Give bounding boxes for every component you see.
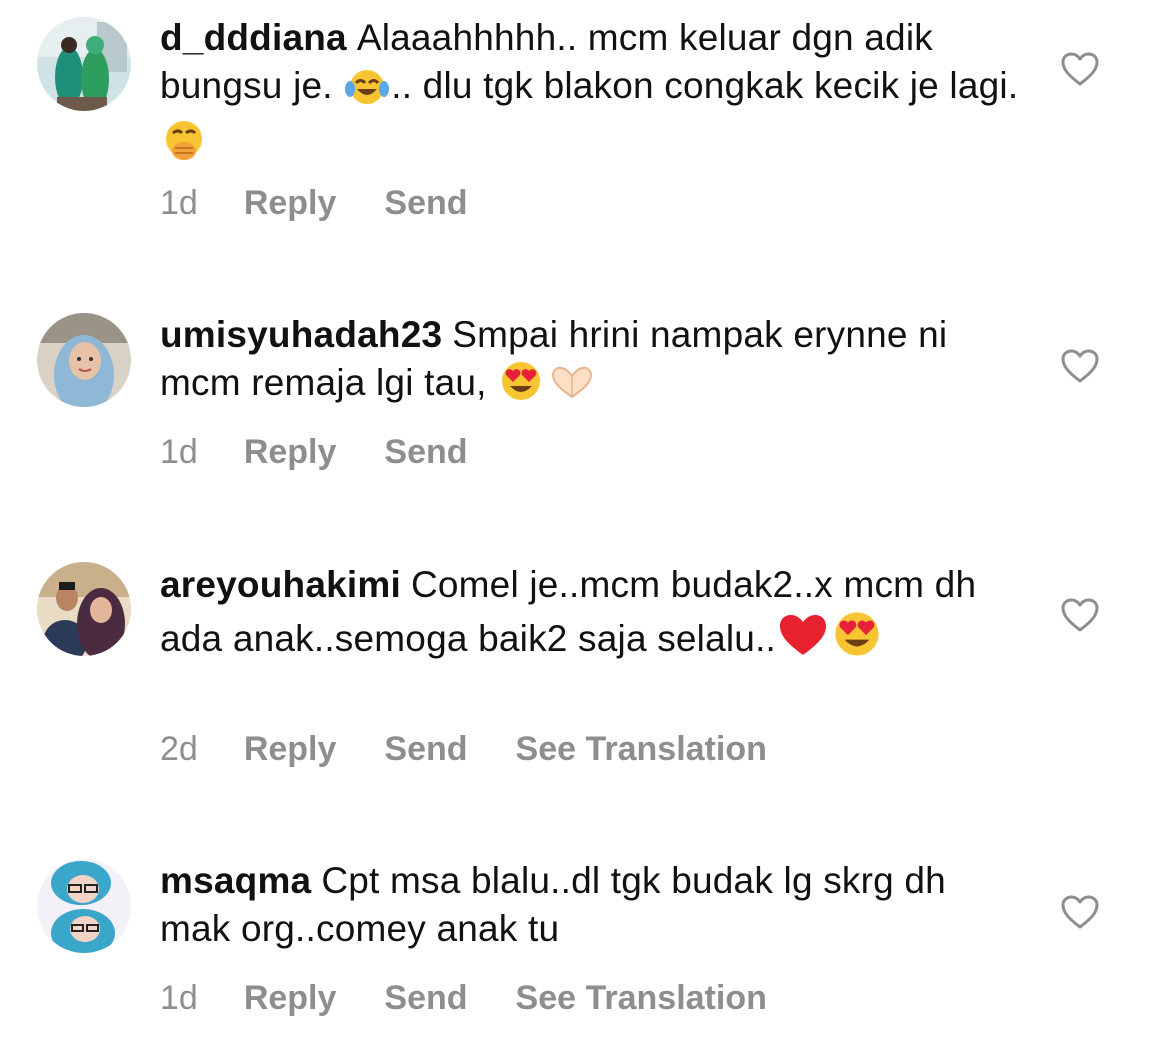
heart-outline-icon[interactable]: [1060, 596, 1100, 636]
see-translation-button[interactable]: See Translation: [516, 979, 767, 1017]
red-heart-icon: [778, 613, 828, 671]
face-with-tears-of-joy-icon: [345, 66, 390, 118]
send-button[interactable]: Send: [384, 184, 467, 222]
comment-text: umisyuhadah23 Smpai hrini nampak erynne n…: [160, 311, 1020, 415]
send-button[interactable]: Send: [384, 433, 467, 471]
comment-text: d_dddiana Alaaahhhhh.. mcm keluar dgn adi…: [160, 14, 1020, 174]
send-button[interactable]: Send: [384, 730, 467, 768]
reply-button[interactable]: Reply: [244, 184, 337, 222]
comment-text: areyouhakimi Comel je..mcm budak2..x mcm …: [160, 561, 1020, 671]
comment-actions: 2d Reply Send See Translation: [160, 730, 815, 769]
reply-button[interactable]: Reply: [244, 979, 337, 1017]
smiling-face-with-heart-eyes-icon: [499, 359, 543, 415]
comment-timestamp: 1d: [160, 184, 198, 222]
heart-hands-icon: [547, 363, 597, 415]
comment-username[interactable]: areyouhakimi: [160, 564, 401, 605]
reply-button[interactable]: Reply: [244, 730, 337, 768]
comment-timestamp: 2d: [160, 730, 198, 768]
comment-text: msaqma Cpt msa blalu..dl tgk budak lg skr…: [160, 857, 1020, 953]
comment-actions: 1d Reply Send See Translation: [160, 979, 815, 1018]
comment-actions: 1d Reply Send: [160, 433, 516, 472]
send-button[interactable]: Send: [384, 979, 467, 1017]
comment-username[interactable]: d_dddiana: [160, 17, 347, 58]
avatar[interactable]: [37, 562, 131, 656]
avatar[interactable]: [37, 17, 131, 111]
comment-username[interactable]: umisyuhadah23: [160, 314, 442, 355]
heart-outline-icon[interactable]: [1060, 893, 1100, 933]
avatar[interactable]: [37, 859, 131, 953]
avatar[interactable]: [37, 313, 131, 407]
heart-outline-icon[interactable]: [1060, 347, 1100, 387]
comment-username[interactable]: msaqma: [160, 860, 311, 901]
face-with-hand-over-mouth-icon: [162, 118, 206, 174]
heart-outline-icon[interactable]: [1060, 50, 1100, 90]
comment-timestamp: 1d: [160, 979, 198, 1017]
see-translation-button[interactable]: See Translation: [516, 730, 767, 768]
comment-body-continued: .. dlu tgk blakon congkak kecik je lagi.: [391, 65, 1019, 106]
comment-actions: 1d Reply Send: [160, 184, 516, 223]
smiling-face-with-heart-eyes-icon: [832, 609, 882, 671]
reply-button[interactable]: Reply: [244, 433, 337, 471]
comment-timestamp: 1d: [160, 433, 198, 471]
